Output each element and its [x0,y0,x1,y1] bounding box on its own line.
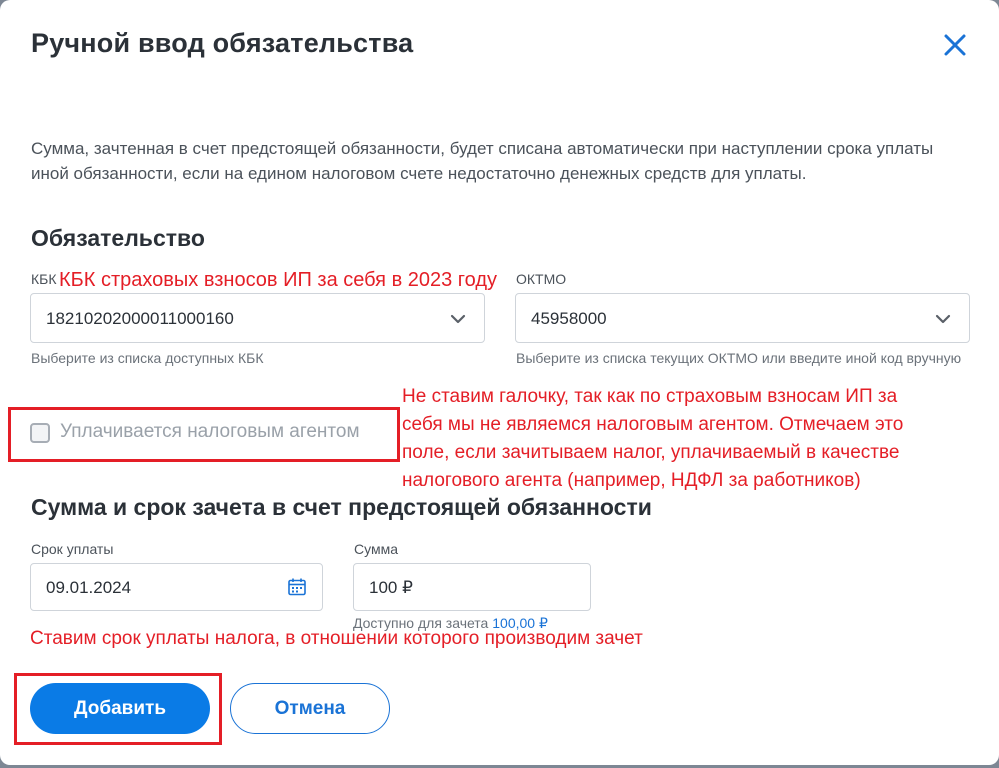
oktmo-select[interactable]: 45958000 [515,293,970,343]
obligation-section-title: Обязательство [31,225,205,251]
agent-annotation-line: поле, если зачитываем налог, уплачиваемы… [402,442,900,463]
calendar-icon[interactable] [287,577,307,597]
cancel-button[interactable]: Отмена [230,683,390,734]
dialog-title: Ручной ввод обязательства [31,28,414,58]
oktmo-value: 45958000 [531,309,607,328]
kbk-hint: Выберите из списка доступных КБК [31,350,264,366]
chevron-down-icon [450,314,466,324]
amount-label: Сумма [354,541,398,557]
manual-obligation-dialog: Ручной ввод обязательства Сумма, зачтенн… [0,0,999,765]
amount-input[interactable]: 100 ₽ [353,563,591,611]
oktmo-hint: Выберите из списка текущих ОКТМО или вве… [516,350,962,366]
close-icon [944,34,966,56]
intro-text: Сумма, зачтенная в счет предстоящей обяз… [31,139,934,183]
kbk-annotation: КБК страховых взносов ИП за себя в 2023 … [59,269,498,291]
kbk-value: 18210202000011000160 [46,309,234,328]
kbk-select[interactable]: 18210202000011000160 [30,293,485,343]
agent-annotation-line: налогового агента (например, НДФЛ за раб… [402,470,861,491]
add-button[interactable]: Добавить [30,683,210,734]
oktmo-label: ОКТМО [516,271,567,287]
tax-agent-checkbox[interactable] [30,423,50,443]
due-date-label: Срок уплаты [31,541,114,557]
due-date-value: 09.01.2024 [46,578,132,597]
kbk-label: КБК [31,271,57,287]
chevron-down-icon [935,314,951,324]
tax-agent-label[interactable]: Уплачивается налоговым агентом [60,421,360,443]
agent-annotation-line: Не ставим галочку, так как по страховым … [402,386,898,407]
close-button[interactable] [940,30,970,60]
amount-value: 100 ₽ [369,578,413,597]
date-annotation: Ставим срок уплаты налога, в отношении к… [30,628,643,649]
agent-annotation-line: себя мы не являемся налоговым агентом. О… [402,414,904,435]
offset-section-title: Сумма и срок зачета в счет предстоящей о… [31,494,652,520]
agent-annotation: Не ставим галочку, так как по страховым … [402,383,992,495]
due-date-input[interactable]: 09.01.2024 [30,563,323,611]
